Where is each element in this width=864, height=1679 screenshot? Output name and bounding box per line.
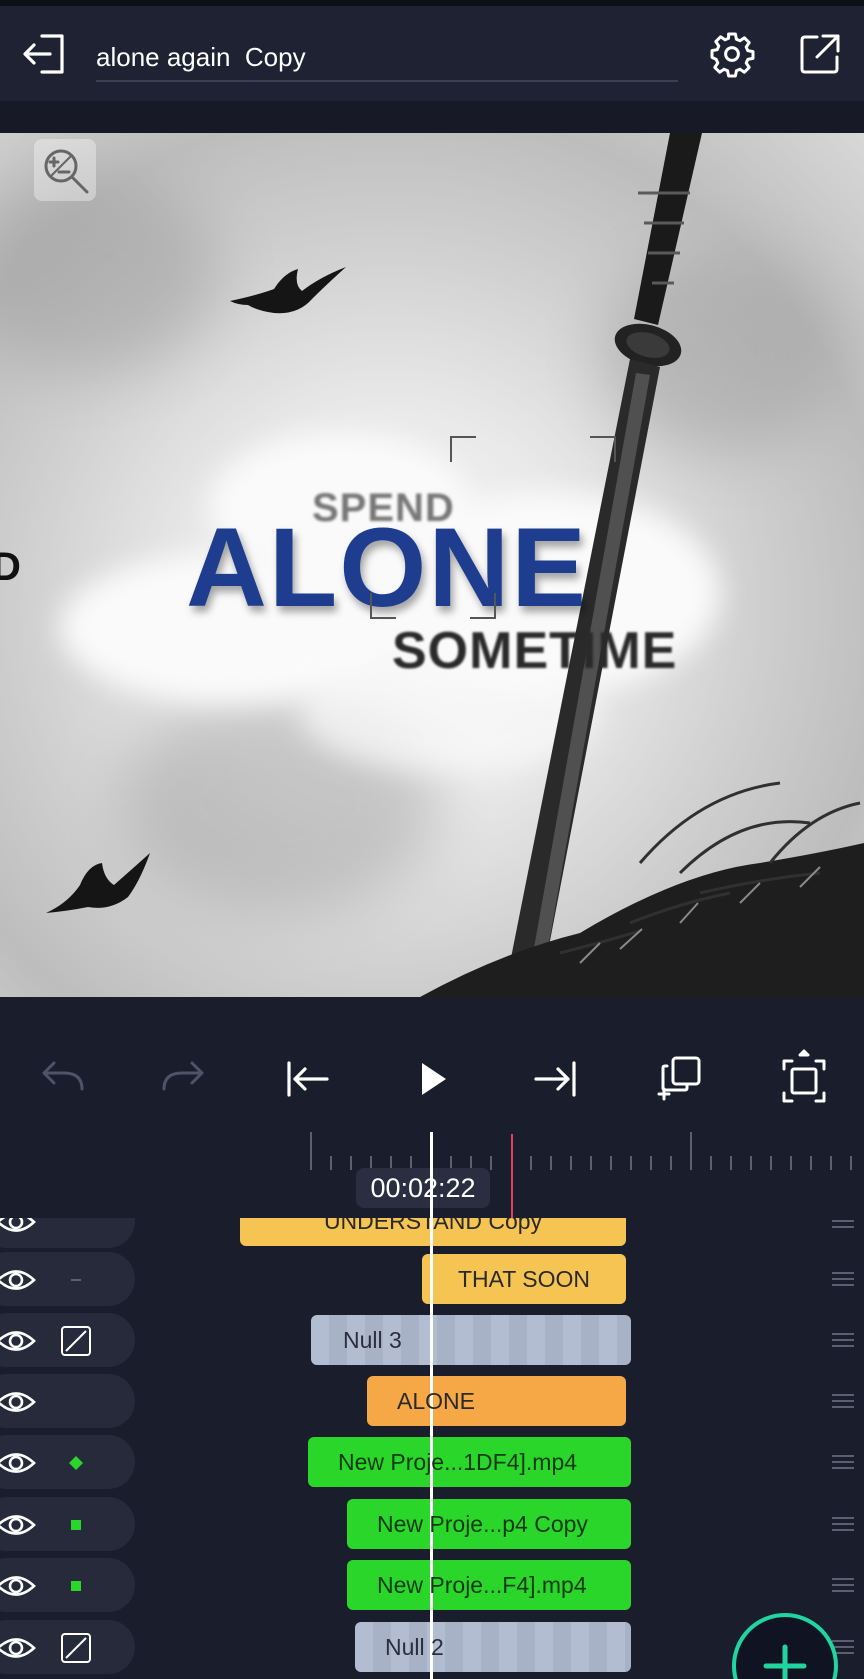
drag-handle-icon[interactable]: [832, 1578, 854, 1592]
preview-divider: [0, 997, 864, 1033]
bird-silhouette: [46, 853, 150, 913]
eye-icon[interactable]: [0, 1328, 36, 1354]
add-icon: [763, 1644, 807, 1679]
clip-null[interactable]: Null 2: [355, 1622, 631, 1672]
header-divider: [0, 101, 864, 133]
eye-icon[interactable]: [0, 1389, 36, 1415]
eye-icon[interactable]: [0, 1635, 36, 1661]
exit-icon[interactable]: [18, 28, 70, 80]
track-controls: [0, 1218, 135, 1248]
eye-icon[interactable]: [0, 1573, 36, 1599]
timecode-display: 00:02:22: [356, 1168, 490, 1208]
drag-handle-icon[interactable]: [832, 1218, 854, 1228]
null-object-icon: [61, 1326, 91, 1356]
eye-icon[interactable]: [0, 1267, 36, 1293]
bird-silhouette: [230, 267, 346, 314]
jump-start-icon[interactable]: [275, 1047, 339, 1111]
track-controls: [0, 1435, 135, 1489]
clip-text[interactable]: ALONE: [367, 1376, 626, 1426]
fit-screen-icon[interactable]: [772, 1047, 836, 1111]
jump-end-icon[interactable]: [524, 1047, 588, 1111]
grass-image: [420, 781, 864, 997]
project-title: alone again Copy: [96, 42, 306, 72]
clip-null[interactable]: Null 3: [311, 1315, 631, 1365]
clip-text[interactable]: THAT SOON: [422, 1254, 626, 1304]
clip-video[interactable]: New Proje...1DF4].mp4: [308, 1437, 631, 1487]
selection-corner: [590, 436, 616, 462]
clip-video[interactable]: New Proje...F4].mp4: [347, 1560, 631, 1610]
transport-controls: [0, 1033, 864, 1129]
diamond-indicator-icon: [69, 1456, 83, 1470]
drag-handle-icon[interactable]: [832, 1455, 854, 1469]
square-indicator-icon: [71, 1520, 81, 1530]
null-object-icon: [61, 1633, 91, 1663]
zoom-icon[interactable]: [34, 139, 96, 201]
drag-handle-icon[interactable]: [832, 1394, 854, 1408]
eye-icon[interactable]: [0, 1450, 36, 1476]
marker-line: [511, 1134, 513, 1222]
track-controls: [0, 1374, 135, 1428]
drag-handle-icon[interactable]: [832, 1272, 854, 1286]
drag-handle-icon[interactable]: [832, 1333, 854, 1347]
eye-icon[interactable]: [0, 1512, 36, 1538]
clip-video[interactable]: New Proje...p4 Copy: [347, 1499, 631, 1549]
eye-icon[interactable]: [0, 1218, 36, 1235]
selection-corner: [370, 593, 396, 619]
clip-text[interactable]: UNDERSTAND Copy: [240, 1218, 626, 1246]
dash-indicator-icon: [60, 1264, 92, 1296]
track-controls: [0, 1558, 135, 1612]
overlay-text-sometime: SOMETIME: [392, 622, 678, 680]
square-indicator-icon: [71, 1581, 81, 1591]
track-controls: [0, 1620, 135, 1674]
track-controls: [0, 1313, 135, 1367]
selection-corner: [470, 593, 496, 619]
track-controls: [0, 1497, 135, 1551]
undo-icon[interactable]: [30, 1047, 94, 1111]
video-preview[interactable]: SPEND ALONE SOMETIME D: [0, 133, 864, 997]
drag-handle-icon[interactable]: [832, 1517, 854, 1531]
export-icon[interactable]: [794, 28, 846, 80]
duplicate-icon[interactable]: [648, 1047, 712, 1111]
track-controls: [0, 1252, 135, 1306]
timeline-ruler[interactable]: [300, 1130, 864, 1170]
play-icon[interactable]: [400, 1047, 464, 1111]
top-app-bar: alone again Copy: [0, 6, 864, 101]
redo-icon[interactable]: [152, 1047, 216, 1111]
selection-corner: [450, 436, 476, 462]
gear-icon[interactable]: [706, 28, 758, 80]
project-title-field[interactable]: alone again Copy: [96, 32, 678, 82]
overlay-text-edge: D: [0, 545, 21, 589]
